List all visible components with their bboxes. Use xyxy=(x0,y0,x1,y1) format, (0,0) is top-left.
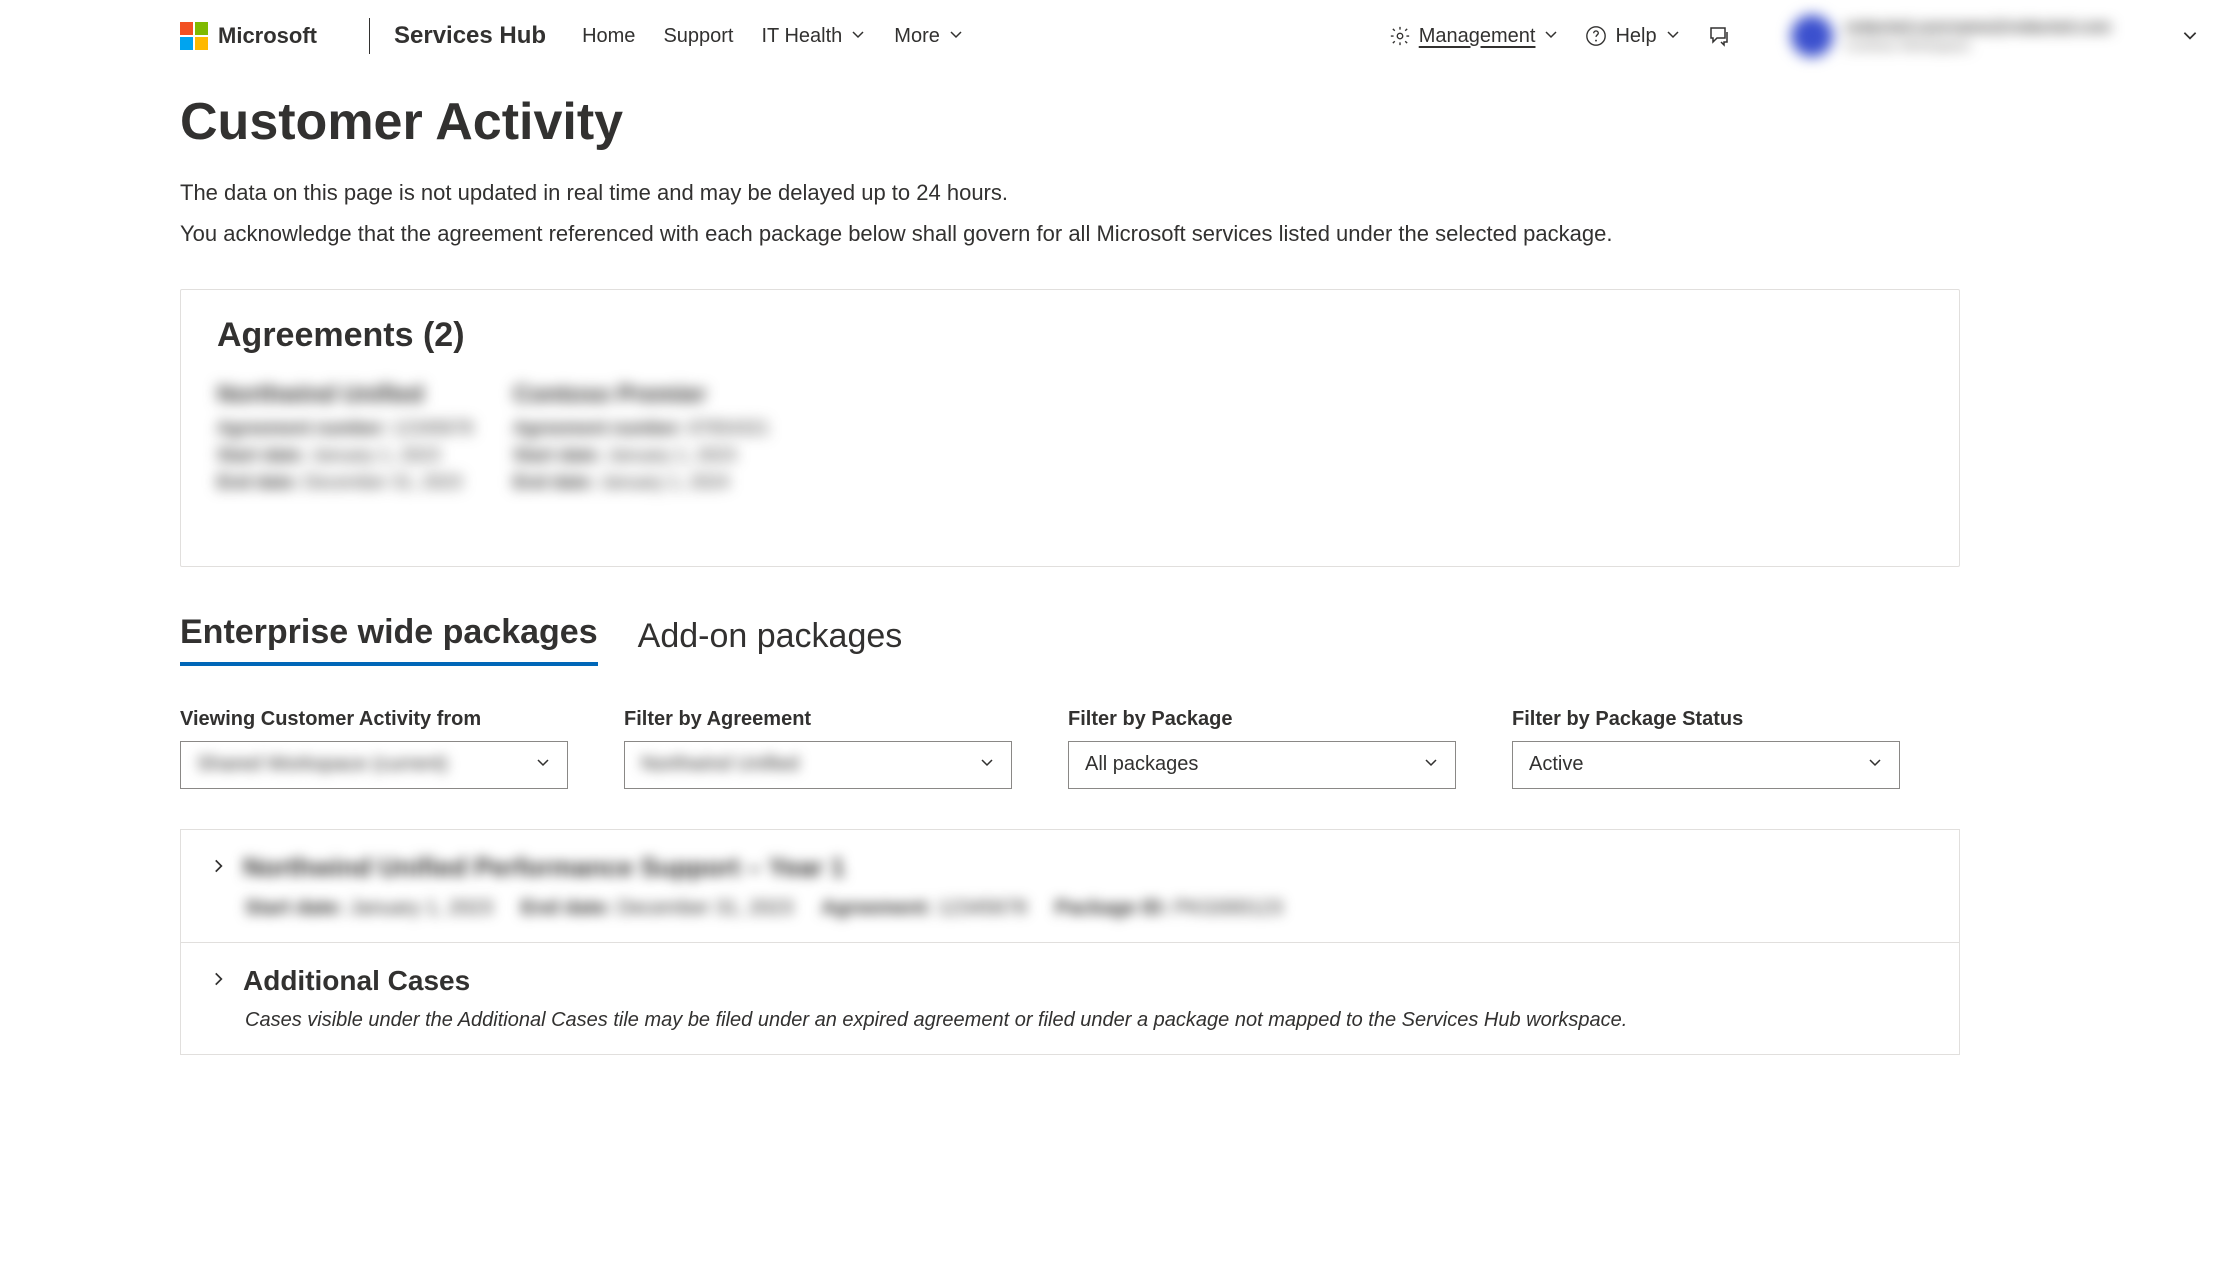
gear-icon xyxy=(1389,25,1411,47)
chevron-down-icon xyxy=(948,25,964,48)
select-package-status[interactable]: Active xyxy=(1512,741,1900,789)
filter-package: Filter by Package All packages xyxy=(1068,708,1456,789)
filter-package-status: Filter by Package Status Active xyxy=(1512,708,1900,789)
nav-support-label: Support xyxy=(663,25,733,48)
page-notice-2: You acknowledge that the agreement refer… xyxy=(180,215,1920,252)
profile-text: redacted.username@redacted.com Contoso W… xyxy=(1845,19,2111,53)
chevron-down-icon xyxy=(850,25,866,48)
nav-management-label: Management xyxy=(1419,25,1536,48)
filter-agreement: Filter by Agreement Northwind Unified xyxy=(624,708,1012,789)
agreements-title: Agreements (2) xyxy=(217,316,1923,355)
tab-addon-packages[interactable]: Add-on packages xyxy=(638,617,903,666)
microsoft-logo[interactable]: Microsoft xyxy=(180,22,317,50)
nav-support[interactable]: Support xyxy=(663,25,733,48)
package-row[interactable]: Northwind Unified Performance Support – … xyxy=(181,830,1959,943)
filter-label: Filter by Package xyxy=(1068,708,1456,731)
select-activity-from[interactable]: Shared Workspace (current) xyxy=(180,741,568,789)
nav-it-health[interactable]: IT Health xyxy=(762,25,867,48)
profile-line1: redacted.username@redacted.com xyxy=(1845,19,2111,37)
nav-help-label: Help xyxy=(1615,25,1656,48)
nav-home[interactable]: Home xyxy=(582,25,635,48)
chevron-down-icon xyxy=(1867,753,1883,776)
nav-more[interactable]: More xyxy=(894,25,964,48)
top-nav: Microsoft Services Hub Home Support IT H… xyxy=(0,0,2239,72)
package-tabs: Enterprise wide packages Add-on packages xyxy=(180,613,1920,666)
select-agreement[interactable]: Northwind Unified xyxy=(624,741,1012,789)
additional-cases-row[interactable]: Additional Cases Cases visible under the… xyxy=(181,943,1959,1054)
agreement-start: Start date: January 1, 2023 xyxy=(513,442,769,469)
filters-row: Viewing Customer Activity from Shared Wo… xyxy=(180,708,1920,789)
agreement-number: Agreement number: 12345678 xyxy=(217,415,473,442)
nav-divider xyxy=(369,18,370,54)
agreement-start: Start date: January 1, 2023 xyxy=(217,442,473,469)
filter-label: Viewing Customer Activity from xyxy=(180,708,568,731)
product-name[interactable]: Services Hub xyxy=(394,22,546,50)
nav-home-label: Home xyxy=(582,25,635,48)
profile-line2: Contoso Workspace xyxy=(1845,37,2111,53)
filter-label: Filter by Agreement xyxy=(624,708,1012,731)
chevron-down-icon xyxy=(1665,25,1681,48)
agreements-list: Northwind Unified Agreement number: 1234… xyxy=(217,381,1923,496)
packages-list: Northwind Unified Performance Support – … xyxy=(180,829,1960,1055)
nav-help[interactable]: Help xyxy=(1585,25,1680,48)
select-value: Shared Workspace (current) xyxy=(197,753,448,776)
page-root: Microsoft Services Hub Home Support IT H… xyxy=(0,0,2239,1261)
main-content: Customer Activity The data on this page … xyxy=(0,72,1920,1095)
primary-nav: Home Support IT Health More xyxy=(582,25,964,48)
agreements-card: Agreements (2) Northwind Unified Agreeme… xyxy=(180,289,1960,567)
nav-management[interactable]: Management xyxy=(1389,25,1560,48)
select-value: All packages xyxy=(1085,753,1198,776)
nav-more-label: More xyxy=(894,25,940,48)
agreement-name: Northwind Unified xyxy=(217,381,473,409)
filter-label: Filter by Package Status xyxy=(1512,708,1900,731)
select-value: Northwind Unified xyxy=(641,753,799,776)
microsoft-logo-icon xyxy=(180,22,208,50)
page-title: Customer Activity xyxy=(180,92,1920,152)
agreement-end: End date: January 1, 2024 xyxy=(513,469,769,496)
agreement-name: Contoso Premier xyxy=(513,381,769,409)
agreement-item[interactable]: Contoso Premier Agreement number: 876543… xyxy=(513,381,769,496)
tab-enterprise-packages[interactable]: Enterprise wide packages xyxy=(180,613,598,666)
additional-cases-desc: Cases visible under the Additional Cases… xyxy=(209,1009,1931,1032)
chevron-down-icon xyxy=(1423,753,1439,776)
agreement-number: Agreement number: 87654321 xyxy=(513,415,769,442)
profile-menu[interactable]: redacted.username@redacted.com Contoso W… xyxy=(1791,15,2111,57)
chevron-right-icon xyxy=(209,857,227,878)
secondary-nav: Management Help redacted. xyxy=(1389,15,2199,57)
microsoft-brand-text: Microsoft xyxy=(218,23,317,49)
additional-cases-header: Additional Cases xyxy=(209,965,1931,997)
chevron-right-icon xyxy=(209,970,227,991)
package-row-header: Northwind Unified Performance Support – … xyxy=(209,852,1931,883)
additional-cases-title: Additional Cases xyxy=(243,965,470,997)
help-icon xyxy=(1585,25,1607,47)
select-package[interactable]: All packages xyxy=(1068,741,1456,789)
package-title: Northwind Unified Performance Support – … xyxy=(243,852,845,883)
chevron-down-icon xyxy=(1543,25,1559,48)
avatar xyxy=(1791,15,1833,57)
chevron-down-icon xyxy=(535,753,551,776)
agreement-end: End date: December 31, 2023 xyxy=(217,469,473,496)
feedback-icon[interactable] xyxy=(1707,24,1731,48)
agreement-item[interactable]: Northwind Unified Agreement number: 1234… xyxy=(217,381,473,496)
chevron-down-icon[interactable] xyxy=(2181,26,2199,47)
select-value: Active xyxy=(1529,753,1583,776)
package-meta: Start date: January 1, 2023 End date: De… xyxy=(209,897,1931,920)
filter-activity-from: Viewing Customer Activity from Shared Wo… xyxy=(180,708,568,789)
chevron-down-icon xyxy=(979,753,995,776)
nav-it-health-label: IT Health xyxy=(762,25,843,48)
page-notice-1: The data on this page is not updated in … xyxy=(180,174,1920,211)
